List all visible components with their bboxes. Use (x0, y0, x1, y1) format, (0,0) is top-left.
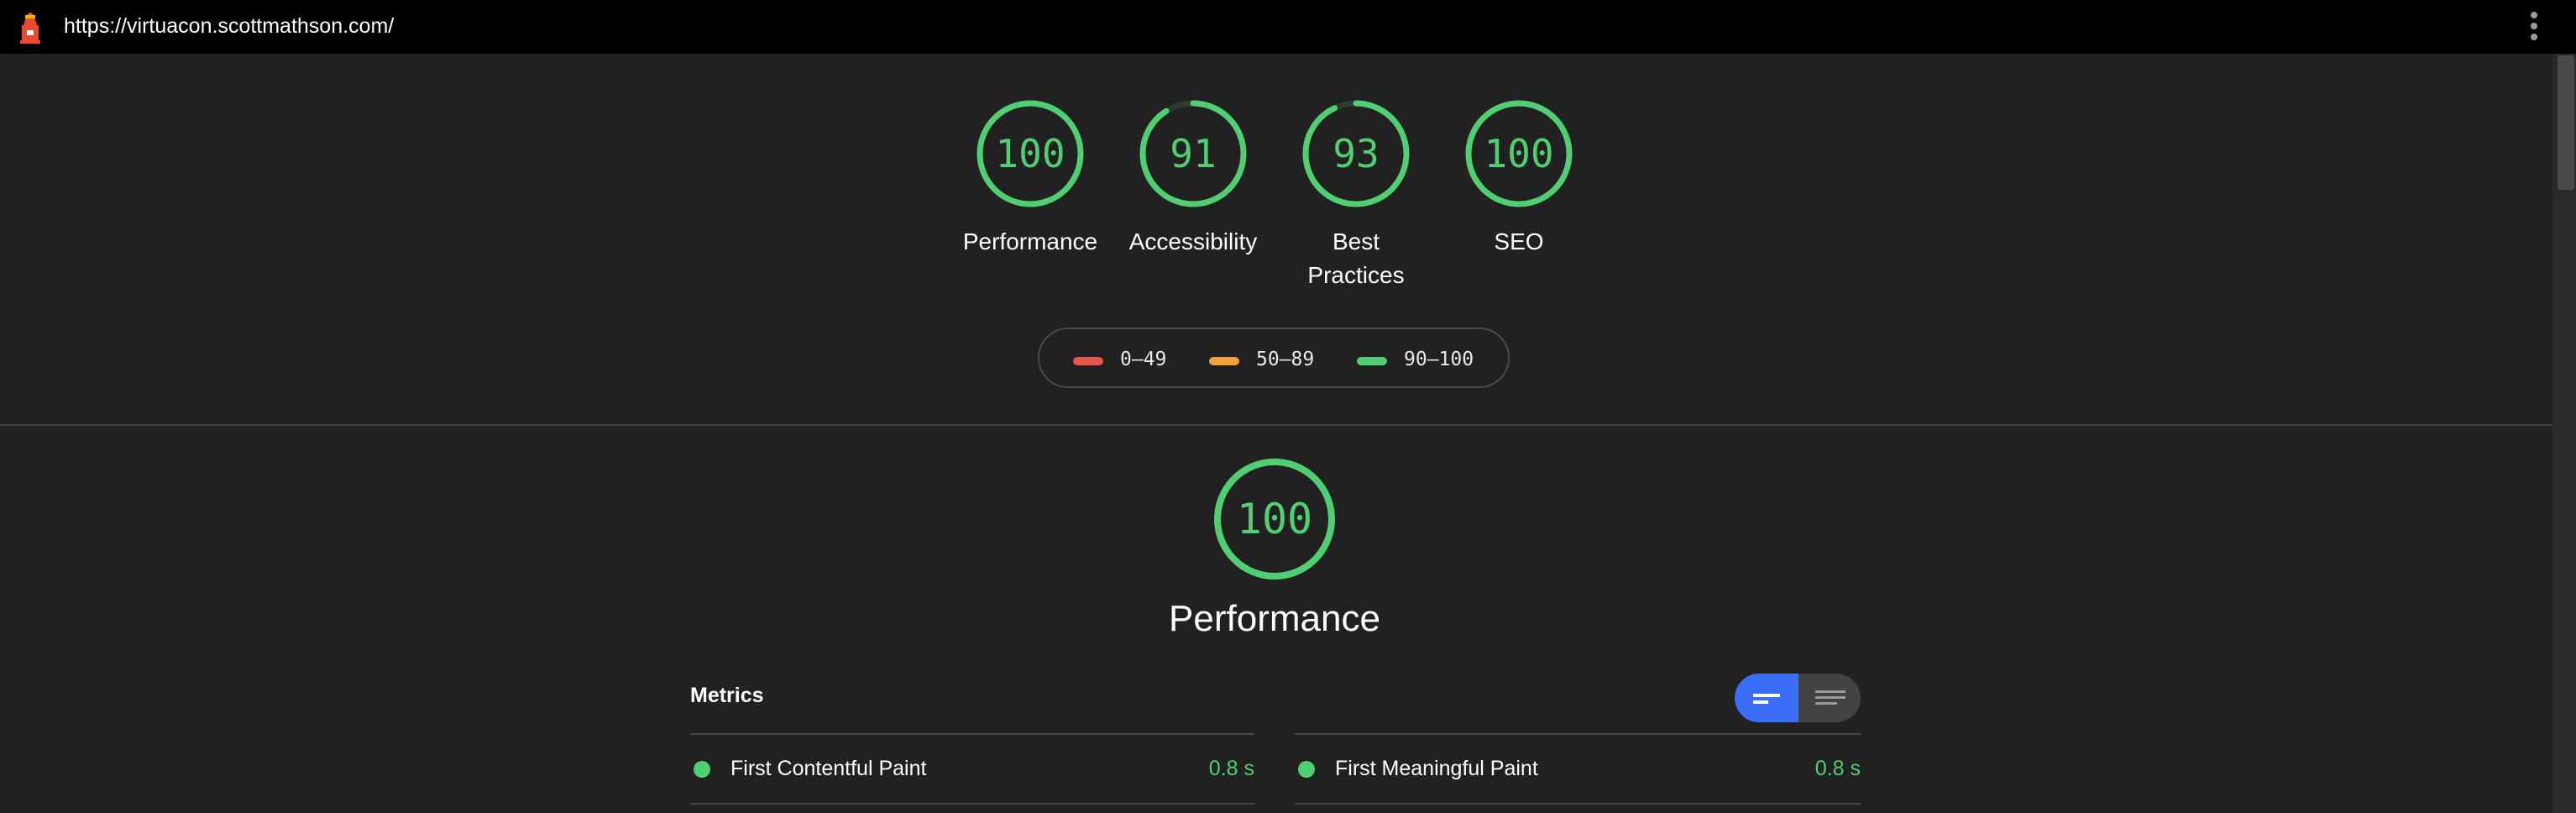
url-text: https://virtuacon.scottmathson.com/ (64, 14, 395, 38)
row-divider (1295, 803, 1861, 805)
gauge-label[interactable]: SEO (1435, 225, 1603, 259)
gauge-label-line: Best (1332, 228, 1380, 254)
pass-indicator-icon (694, 761, 710, 778)
gauge-score: 91 (1170, 131, 1217, 176)
expanded-view-icon (1815, 690, 1846, 705)
legend-swatch (1209, 357, 1239, 365)
compact-view-button[interactable] (1735, 674, 1798, 722)
legend-swatch (1357, 357, 1387, 365)
score-legend: 0–49 50–89 90–100 (1038, 328, 1510, 388)
performance-gauge: 100 (1212, 457, 1337, 581)
gauge-seo[interactable]: 100 (1464, 99, 1573, 208)
legend-range: 50–89 (1256, 349, 1315, 370)
metric-value: 0.8 s (1814, 757, 1861, 780)
top-bar: https://virtuacon.scottmathson.com/ (0, 0, 2576, 54)
gauge-best-practices[interactable]: 93 (1301, 99, 1411, 208)
section-divider (0, 424, 2552, 426)
metrics-view-toggle[interactable] (1735, 674, 1861, 722)
row-divider (1295, 733, 1861, 735)
gauge-label[interactable]: Best Practices (1272, 225, 1440, 292)
gauge-label[interactable]: Accessibility (1109, 225, 1277, 259)
legend-range: 90–100 (1404, 349, 1474, 370)
legend-swatch (1073, 357, 1103, 365)
expanded-view-button[interactable] (1798, 674, 1861, 722)
pass-indicator-icon (1298, 761, 1315, 778)
gauge-score: 100 (1484, 131, 1554, 176)
scrollbar-thumb[interactable] (2558, 55, 2574, 190)
performance-title: Performance (1169, 598, 1380, 639)
metric-name: First Meaningful Paint (1335, 757, 1538, 780)
metric-value: 0.8 s (1208, 757, 1254, 780)
lighthouse-icon (20, 13, 40, 44)
metric-name: First Contentful Paint (730, 757, 927, 780)
gauge-accessibility[interactable]: 91 (1139, 99, 1248, 208)
more-vert-icon[interactable] (2526, 12, 2542, 42)
legend-range: 0–49 (1120, 349, 1167, 370)
compact-view-icon (1753, 694, 1780, 704)
metrics-heading: Metrics (690, 684, 764, 707)
gauge-score: 100 (995, 131, 1065, 176)
gauge-label[interactable]: Performance (946, 225, 1114, 259)
row-divider (690, 733, 1254, 735)
gauge-score: 93 (1333, 131, 1380, 176)
performance-score: 100 (1236, 495, 1313, 543)
gauge-label-line: Practices (1307, 262, 1405, 288)
gauge-performance[interactable]: 100 (976, 99, 1085, 208)
row-divider (690, 803, 1254, 805)
